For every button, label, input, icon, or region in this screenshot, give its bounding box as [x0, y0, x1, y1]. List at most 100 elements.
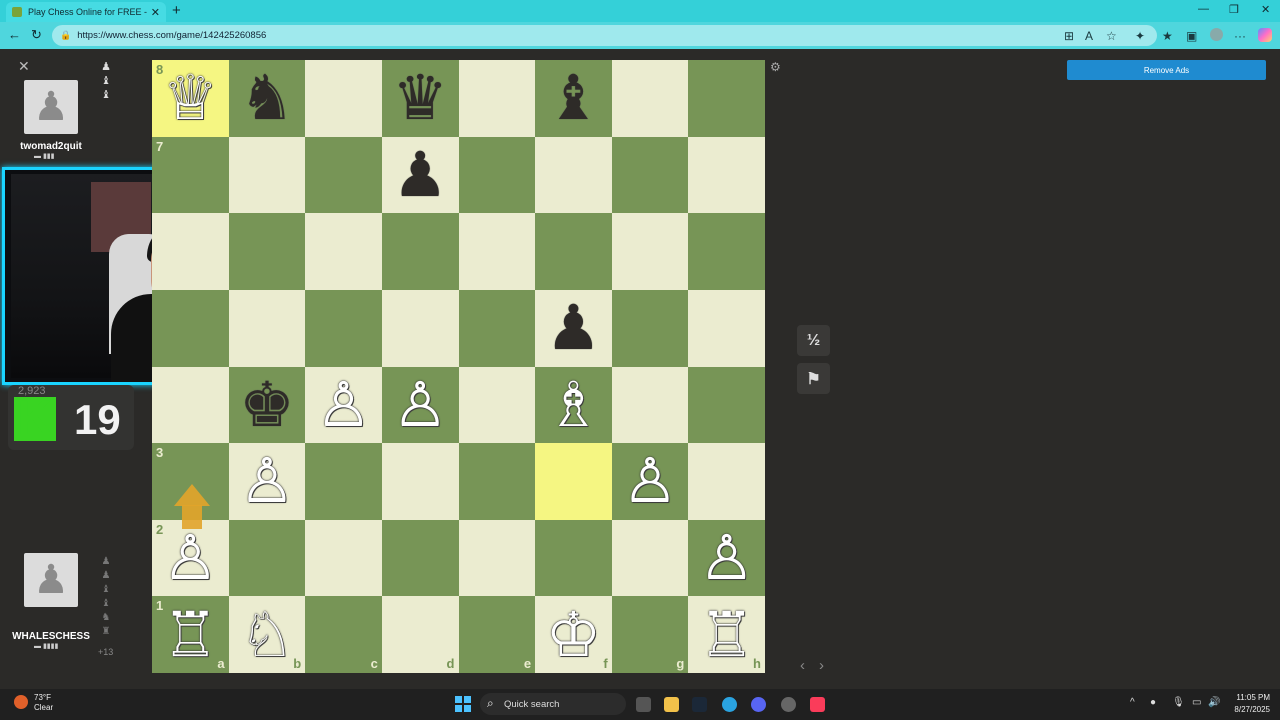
browser-tab[interactable]: Play Chess Online for FREE - 2 Pl ✕: [6, 2, 166, 22]
read-aloud-icon[interactable]: A: [1085, 29, 1093, 43]
black-pawn-icon[interactable]: ♟: [392, 143, 448, 206]
task-view-icon[interactable]: [636, 697, 651, 712]
square-h8[interactable]: [688, 60, 765, 137]
new-tab-button[interactable]: +: [172, 2, 181, 19]
square-c7[interactable]: [305, 136, 382, 214]
maximize-icon[interactable]: ❐: [1229, 3, 1239, 16]
more-icon[interactable]: ···: [1234, 29, 1246, 43]
window-close-icon[interactable]: ✕: [1261, 3, 1270, 16]
square-c1[interactable]: c: [305, 596, 382, 673]
square-g5[interactable]: [611, 289, 689, 367]
black-bishop-icon[interactable]: ♝: [546, 67, 602, 129]
square-d5[interactable]: [381, 289, 459, 367]
square-g6[interactable]: [611, 213, 689, 290]
white-rook-icon[interactable]: ♖: [699, 603, 755, 666]
black-king-icon[interactable]: ♚: [239, 373, 295, 436]
square-a5[interactable]: [152, 289, 229, 367]
copilot-icon[interactable]: [1258, 28, 1272, 42]
square-f8[interactable]: ♝: [535, 60, 612, 137]
favorites-icon[interactable]: ★: [1162, 29, 1173, 43]
square-c3[interactable]: [305, 443, 382, 520]
square-f4[interactable]: ♗: [535, 366, 612, 444]
square-f2[interactable]: [535, 519, 612, 597]
square-f1[interactable]: ♔ f: [535, 596, 612, 673]
player-name[interactable]: WHALESCHESS: [6, 631, 96, 642]
square-h4[interactable]: [688, 366, 765, 444]
remove-ads-button[interactable]: Remove Ads: [1067, 60, 1266, 80]
white-pawn-icon[interactable]: ♙: [163, 527, 219, 589]
square-h3[interactable]: [688, 443, 765, 520]
white-king-icon[interactable]: ♔: [546, 603, 602, 666]
volume-icon[interactable]: 🔊: [1208, 697, 1220, 708]
square-e3[interactable]: [458, 443, 536, 520]
file-explorer-icon[interactable]: [664, 697, 679, 712]
square-e4[interactable]: [458, 366, 536, 444]
white-knight-icon[interactable]: ♘: [239, 603, 295, 666]
prev-move-icon[interactable]: ‹: [800, 657, 805, 674]
black-queen-icon[interactable]: ♛: [392, 67, 448, 129]
square-e2[interactable]: [458, 519, 536, 597]
refresh-icon[interactable]: ↻: [31, 27, 42, 43]
next-move-icon[interactable]: ›: [819, 657, 824, 674]
edge-icon[interactable]: [722, 697, 737, 712]
square-c2[interactable]: [305, 519, 382, 597]
square-d3[interactable]: [381, 443, 459, 520]
square-b7[interactable]: [228, 136, 306, 214]
square-e6[interactable]: [458, 213, 536, 290]
app-icon[interactable]: ⊞: [1064, 29, 1074, 43]
square-h6[interactable]: [688, 213, 765, 290]
square-a1[interactable]: ♖ 1 a: [152, 596, 229, 673]
favorite-star-icon[interactable]: ☆: [1106, 29, 1117, 43]
music-icon[interactable]: [810, 697, 825, 712]
square-h7[interactable]: [688, 136, 765, 214]
square-b6[interactable]: [228, 213, 306, 290]
chess-board[interactable]: ♕ 8 ♞ ♛ ♝ 7 ♟ ♟ ♚ ♙ ♙ ♗ 3 ♙ ♙ ♙ 2 ♙ ♖ 1 a ♘ b c d e ♔ f g ♖ h: [152, 60, 765, 673]
square-e8[interactable]: [458, 60, 536, 137]
square-h5[interactable]: [688, 289, 765, 367]
discord-icon[interactable]: [751, 697, 766, 712]
square-b4[interactable]: ♚: [228, 366, 306, 444]
taskbar-search[interactable]: ⌕ Quick search: [480, 693, 626, 715]
square-b1[interactable]: ♘ b: [228, 596, 306, 673]
extensions-icon[interactable]: ✦: [1135, 29, 1145, 43]
square-d7[interactable]: ♟: [381, 136, 459, 214]
back-icon[interactable]: ←: [8, 27, 21, 42]
square-b3[interactable]: ♙: [228, 443, 306, 520]
square-a2[interactable]: ♙ 2: [152, 519, 229, 597]
square-g8[interactable]: [611, 60, 689, 137]
square-e1[interactable]: e: [458, 596, 536, 673]
steam-icon[interactable]: [692, 697, 707, 712]
resign-button[interactable]: ⚑: [797, 363, 830, 394]
square-g1[interactable]: g: [611, 596, 689, 673]
square-c4[interactable]: ♙: [305, 366, 382, 444]
square-a8[interactable]: ♕ 8: [152, 60, 229, 137]
taskbar-clock[interactable]: 11:05 PM 8/27/2025: [1226, 692, 1270, 716]
weather-widget[interactable]: 73°F Clear: [14, 693, 53, 713]
collections-icon[interactable]: ▣: [1186, 29, 1197, 43]
square-d6[interactable]: [381, 213, 459, 290]
tray-app-icon[interactable]: ●: [1150, 697, 1156, 708]
microphone-icon[interactable]: 🎙: [1172, 697, 1185, 708]
url-field[interactable]: 🔒 https://www.chess.com/game/14242526085…: [52, 25, 1157, 46]
square-f7[interactable]: [535, 136, 612, 214]
black-knight-icon[interactable]: ♞: [239, 67, 295, 129]
square-d4[interactable]: ♙: [381, 366, 459, 444]
square-b2[interactable]: [228, 519, 306, 597]
tab-close-icon[interactable]: ✕: [151, 6, 160, 19]
square-d8[interactable]: ♛: [381, 60, 459, 137]
square-d2[interactable]: [381, 519, 459, 597]
square-c6[interactable]: [305, 213, 382, 290]
white-bishop-icon[interactable]: ♗: [546, 373, 602, 436]
white-rook-icon[interactable]: ♖: [163, 603, 219, 666]
square-h1[interactable]: ♖ h: [688, 596, 765, 673]
opponent-name[interactable]: twomad2quit: [6, 141, 96, 152]
profile-avatar[interactable]: [1210, 28, 1223, 41]
close-sidebar-icon[interactable]: ✕: [18, 58, 30, 75]
offer-draw-button[interactable]: ½: [797, 325, 830, 356]
square-a4[interactable]: [152, 366, 229, 444]
player-avatar[interactable]: ♟: [24, 553, 78, 607]
square-b5[interactable]: [228, 289, 306, 367]
square-e7[interactable]: [458, 136, 536, 214]
square-a7[interactable]: 7: [152, 136, 229, 214]
square-g4[interactable]: [611, 366, 689, 444]
